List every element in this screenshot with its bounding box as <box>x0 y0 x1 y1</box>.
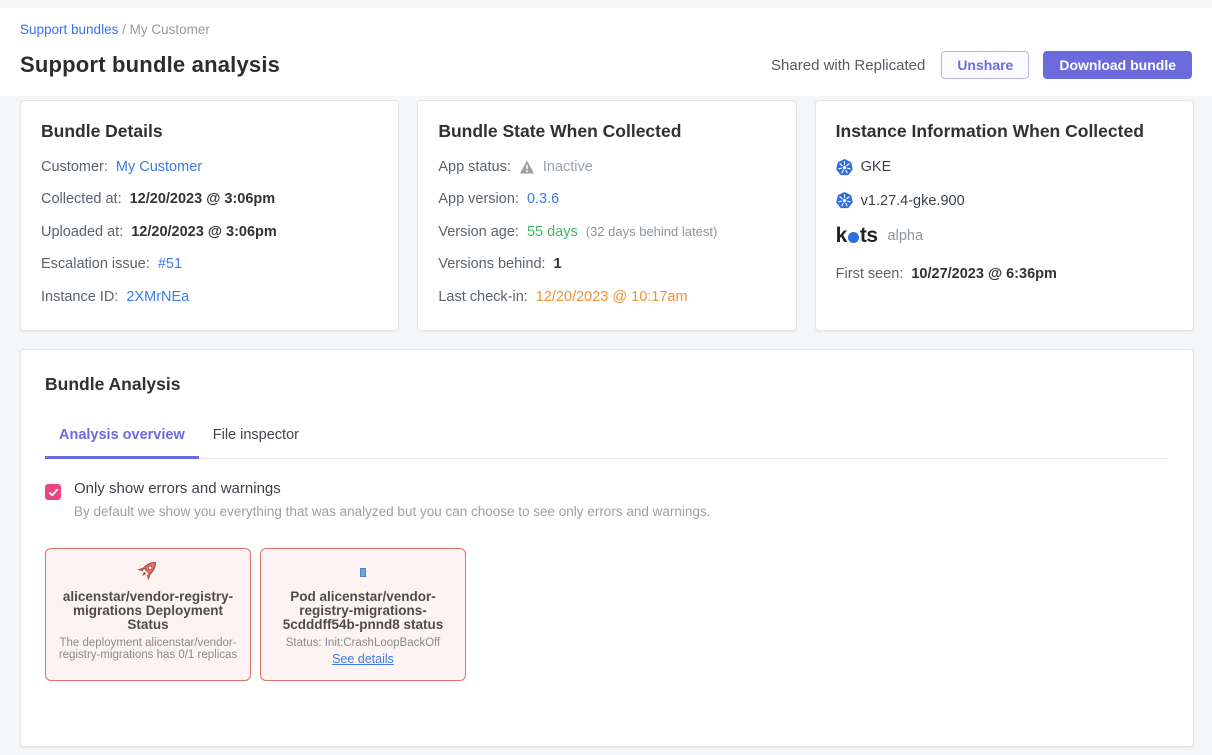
distribution-value: GKE <box>861 159 892 175</box>
errors-only-help-text: By default we show you everything that w… <box>74 504 710 519</box>
breadcrumb: Support bundles / My Customer <box>20 22 1192 37</box>
escalation-issue-row: Escalation issue: #51 <box>41 256 378 272</box>
bundle-details-card: Bundle Details Customer: My Customer Col… <box>20 100 399 331</box>
customer-row: Customer: My Customer <box>41 159 378 175</box>
version-age-value: 55 days <box>527 224 578 240</box>
last-checkin-value: 12/20/2023 @ 10:17am <box>536 289 688 305</box>
app-status-row: App status: Inactive <box>438 159 775 175</box>
customer-label: Customer: <box>41 159 108 175</box>
last-checkin-row: Last check-in: 12/20/2023 @ 10:17am <box>438 289 775 305</box>
kots-channel-label: alpha <box>888 228 923 244</box>
collected-at-row: Collected at: 12/20/2023 @ 3:06pm <box>41 191 378 207</box>
see-details-link[interactable]: See details <box>332 652 394 666</box>
bundle-state-title: Bundle State When Collected <box>438 121 775 142</box>
instance-id-label: Instance ID: <box>41 289 118 305</box>
download-bundle-button[interactable]: Download bundle <box>1043 51 1192 79</box>
first-seen-row: First seen: 10/27/2023 @ 6:36pm <box>836 266 1173 282</box>
version-age-label: Version age: <box>438 224 519 240</box>
app-status-value: Inactive <box>543 159 593 175</box>
uploaded-at-label: Uploaded at: <box>41 224 123 240</box>
kots-logo-dot <box>848 232 859 243</box>
errors-filter-row: Only show errors and warnings By default… <box>45 480 1169 519</box>
bundle-details-title: Bundle Details <box>41 121 378 142</box>
analysis-results: alicenstar/vendor-registry-migrations De… <box>45 548 1169 681</box>
error-card-title: Pod alicenstar/vendor-registry-migration… <box>270 590 456 632</box>
bundle-analysis-card: Bundle Analysis Analysis overview File i… <box>20 349 1194 747</box>
instance-id-row: Instance ID: 2XMrNEa <box>41 289 378 305</box>
error-card-title: alicenstar/vendor-registry-migrations De… <box>55 590 241 632</box>
checkmark-icon <box>48 487 59 498</box>
analysis-tabs: Analysis overview File inspector <box>45 419 1169 459</box>
app-version-link[interactable]: 0.3.6 <box>527 191 559 207</box>
kubernetes-distribution-icon <box>836 159 853 176</box>
error-card-message: The deployment alicenstar/vendor-registr… <box>55 637 241 661</box>
versions-behind-row: Versions behind: 1 <box>438 256 775 272</box>
breadcrumb-current: My Customer <box>130 22 210 37</box>
kots-logo: kts <box>836 224 878 248</box>
errors-only-checkbox[interactable] <box>45 484 61 500</box>
pod-placeholder-icon <box>360 568 366 577</box>
deployment-status-error-card: alicenstar/vendor-registry-migrations De… <box>45 548 251 681</box>
version-age-row: Version age: 55 days (32 days behind lat… <box>438 224 775 240</box>
page-header: Support bundles / My Customer Support bu… <box>0 8 1212 96</box>
customer-link[interactable]: My Customer <box>116 159 202 175</box>
tab-file-inspector[interactable]: File inspector <box>199 419 313 459</box>
kots-row: kts alpha <box>836 224 1173 248</box>
app-version-row: App version: 0.3.6 <box>438 191 775 207</box>
breadcrumb-support-bundles-link[interactable]: Support bundles <box>20 22 118 37</box>
instance-id-link[interactable]: 2XMrNEa <box>126 289 189 305</box>
error-card-message: Status: Init:CrashLoopBackOff <box>270 637 456 649</box>
uploaded-at-value: 12/20/2023 @ 3:06pm <box>131 224 277 240</box>
tab-analysis-overview[interactable]: Analysis overview <box>45 419 199 459</box>
unshare-button[interactable]: Unshare <box>941 51 1029 79</box>
rocket-icon <box>136 558 160 587</box>
escalation-issue-link[interactable]: #51 <box>158 256 182 272</box>
app-version-label: App version: <box>438 191 519 207</box>
shared-status-text: Shared with Replicated <box>771 57 925 74</box>
instance-info-card: Instance Information When Collected GKE … <box>815 100 1194 331</box>
warning-icon <box>519 159 535 175</box>
collected-at-value: 12/20/2023 @ 3:06pm <box>130 191 276 207</box>
last-checkin-label: Last check-in: <box>438 289 527 305</box>
page-title: Support bundle analysis <box>20 52 280 78</box>
version-age-note: (32 days behind latest) <box>586 224 718 239</box>
uploaded-at-row: Uploaded at: 12/20/2023 @ 3:06pm <box>41 224 378 240</box>
instance-info-title: Instance Information When Collected <box>836 121 1173 142</box>
k8s-version-row: v1.27.4-gke.900 <box>836 192 1173 209</box>
pod-status-error-card: Pod alicenstar/vendor-registry-migration… <box>260 548 466 681</box>
versions-behind-value: 1 <box>554 256 562 272</box>
versions-behind-label: Versions behind: <box>438 256 545 272</box>
errors-only-label: Only show errors and warnings <box>74 480 710 497</box>
kubernetes-version-icon <box>836 192 853 209</box>
distribution-row: GKE <box>836 159 1173 176</box>
bundle-state-card: Bundle State When Collected App status: … <box>417 100 796 331</box>
bundle-analysis-title: Bundle Analysis <box>45 374 1169 395</box>
escalation-issue-label: Escalation issue: <box>41 256 150 272</box>
k8s-version-value: v1.27.4-gke.900 <box>861 193 965 209</box>
breadcrumb-separator: / <box>122 22 130 37</box>
first-seen-value: 10/27/2023 @ 6:36pm <box>911 266 1057 282</box>
collected-at-label: Collected at: <box>41 191 122 207</box>
app-status-label: App status: <box>438 159 511 175</box>
first-seen-label: First seen: <box>836 266 904 282</box>
